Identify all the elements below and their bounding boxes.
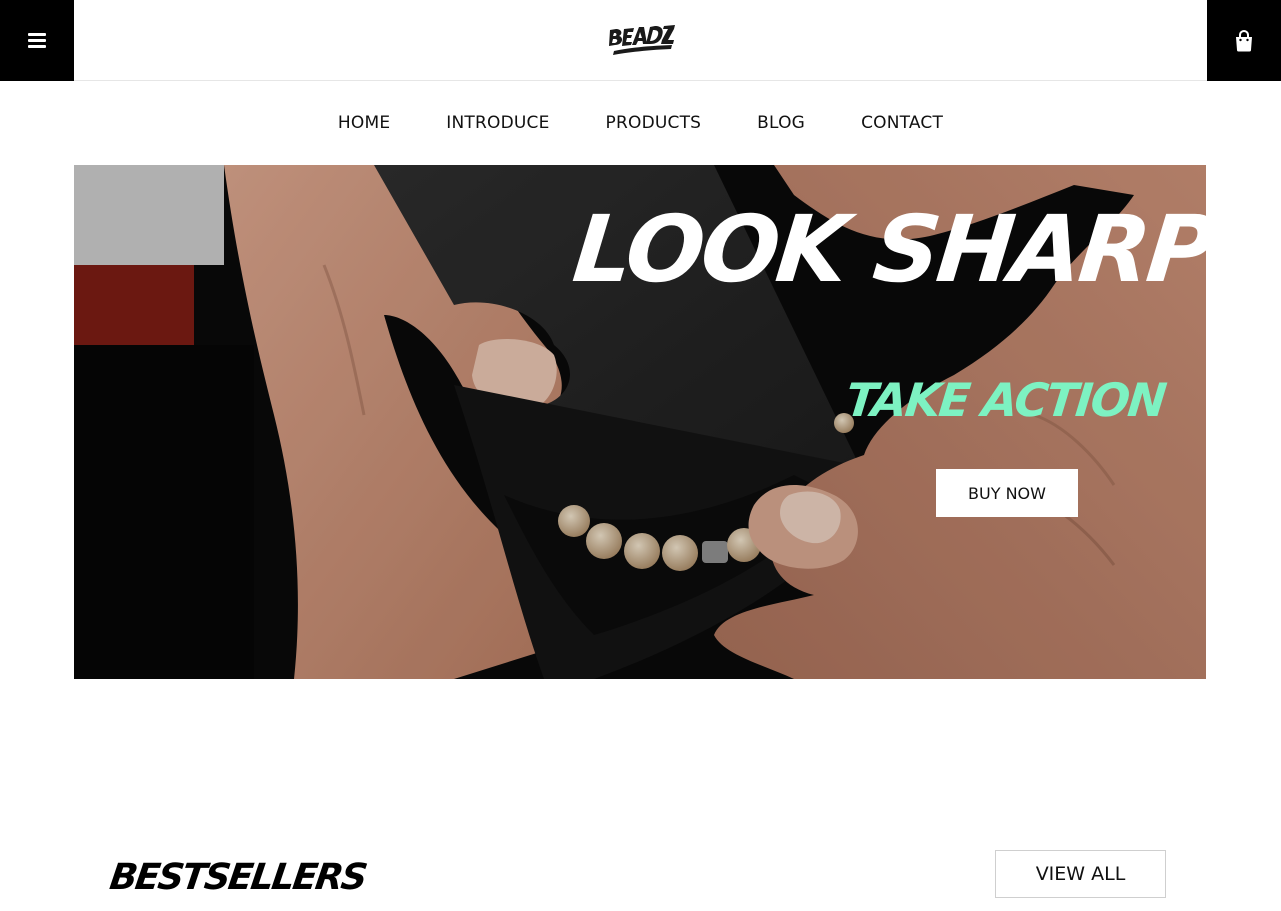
hero-subtitle: TAKE ACTION	[843, 373, 1168, 427]
nav-item-home[interactable]: HOME	[338, 108, 390, 138]
view-all-button[interactable]: VIEW ALL	[995, 850, 1166, 898]
site-header	[74, 0, 1207, 81]
logo[interactable]	[606, 16, 678, 64]
hamburger-icon	[28, 33, 46, 48]
hero-banner: LOOK SHARP TAKE ACTION BUY NOW	[74, 165, 1206, 679]
hero-title: LOOK SHARP	[568, 196, 1206, 303]
nav-item-products[interactable]: PRODUCTS	[606, 108, 702, 138]
cart-button[interactable]	[1207, 0, 1281, 81]
nav-item-blog[interactable]: BLOG	[757, 108, 805, 138]
logo-mark	[609, 25, 675, 55]
menu-button[interactable]	[0, 0, 74, 81]
nav-item-introduce[interactable]: INTRODUCE	[446, 108, 549, 138]
shopping-bag-icon	[1236, 29, 1252, 51]
buy-now-button[interactable]: BUY NOW	[936, 469, 1078, 517]
nav-item-contact[interactable]: CONTACT	[861, 108, 943, 138]
bestsellers-heading: BESTSELLERS	[107, 857, 369, 898]
main-nav: HOME INTRODUCE PRODUCTS BLOG CONTACT	[0, 108, 1281, 138]
